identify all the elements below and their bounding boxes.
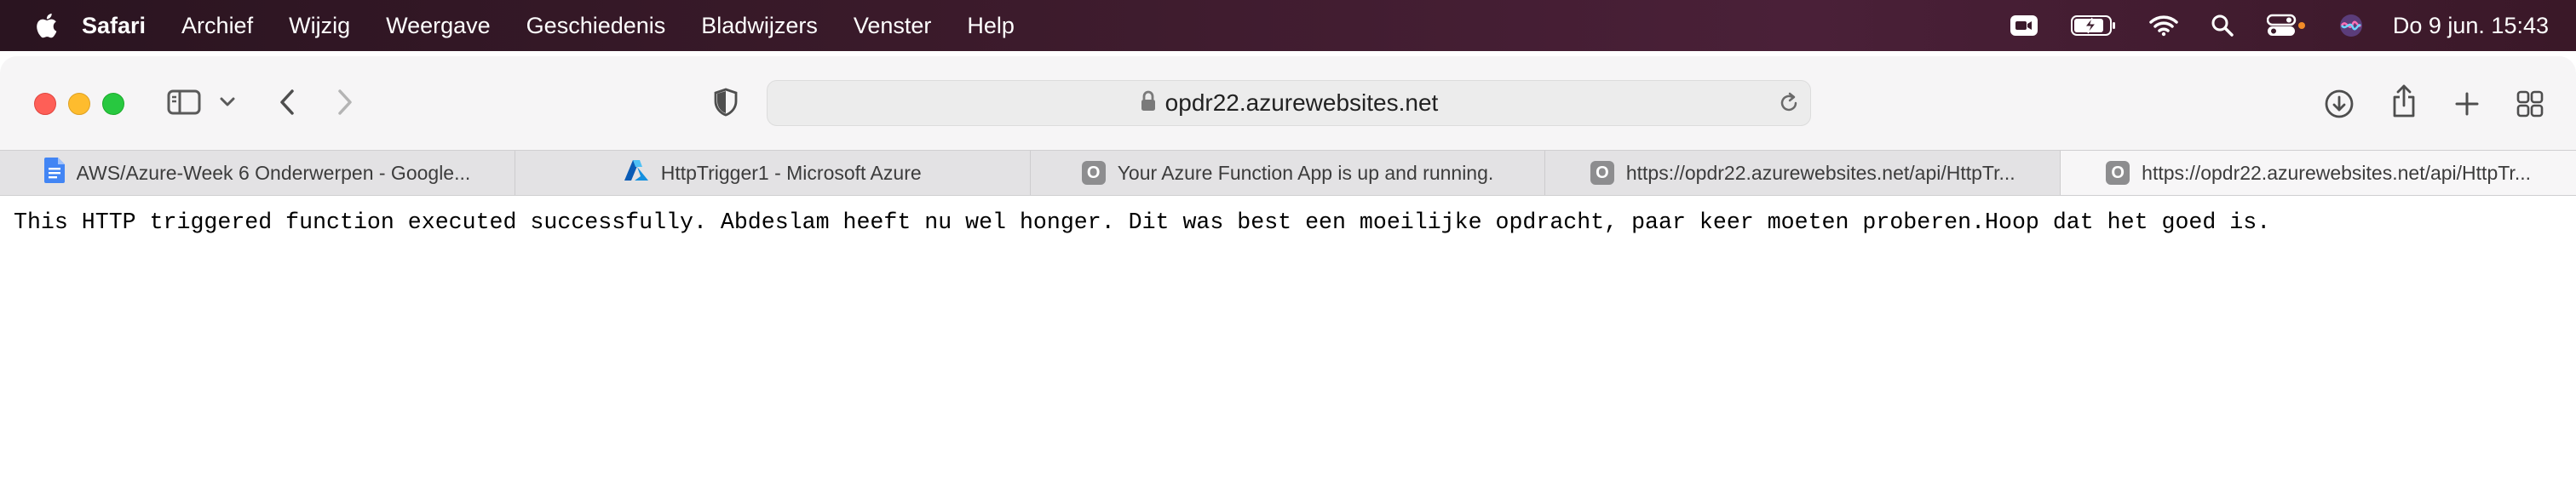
menu-archief[interactable]: Archief [181, 0, 253, 51]
close-window-button[interactable] [34, 93, 56, 115]
menu-bladwijzers[interactable]: Bladwijzers [701, 0, 818, 51]
address-bar[interactable]: opdr22.azurewebsites.net [767, 80, 1811, 126]
generic-o-icon: O [2106, 161, 2130, 185]
tab-title: https://opdr22.azurewebsites.net/api/Htt… [2142, 161, 2531, 184]
tab-httptrigger-url[interactable]: O https://opdr22.azurewebsites.net/api/H… [1545, 151, 2061, 195]
azure-icon [624, 159, 649, 186]
menu-weergave[interactable]: Weergave [386, 0, 491, 51]
page-body-text: This HTTP triggered function executed su… [14, 209, 2271, 235]
siri-icon[interactable] [2338, 0, 2364, 51]
google-docs-icon [43, 158, 65, 188]
tab-title: HttpTrigger1 - Microsoft Azure [660, 161, 922, 184]
browser-toolbar: opdr22.azurewebsites.net [0, 56, 2576, 150]
tab-function-app[interactable]: O Your Azure Function App is up and runn… [1031, 151, 1546, 195]
tab-overview-icon[interactable] [2513, 87, 2547, 121]
privacy-shield-icon[interactable] [712, 85, 739, 119]
generic-o-icon: O [1081, 161, 1106, 185]
sidebar-toggle-icon[interactable] [165, 87, 203, 118]
new-tab-plus-icon[interactable] [2450, 87, 2484, 121]
menu-bar: Safari Archief Wijzig Weergave Geschiede… [0, 0, 2576, 51]
share-icon[interactable] [2387, 82, 2421, 121]
menu-app-safari[interactable]: Safari [82, 0, 146, 51]
control-center-icon[interactable] [2266, 0, 2306, 51]
tab-title: AWS/Azure-Week 6 Onderwerpen - Google... [76, 161, 471, 184]
lock-icon [1140, 90, 1157, 117]
tab-google-docs[interactable]: AWS/Azure-Week 6 Onderwerpen - Google... [0, 151, 515, 195]
battery-icon[interactable] [2070, 0, 2117, 51]
generic-o-icon: O [1590, 161, 1614, 185]
tab-httptrigger-url-active[interactable]: O https://opdr22.azurewebsites.net/api/H… [2061, 151, 2576, 195]
menu-clock[interactable]: Do 9 jun. 15:43 [2393, 13, 2549, 39]
address-url[interactable]: opdr22.azurewebsites.net [1165, 89, 1439, 117]
menu-geschiedenis[interactable]: Geschiedenis [526, 0, 666, 51]
tab-title: Your Azure Function App is up and runnin… [1117, 161, 1494, 184]
downloads-icon[interactable] [2322, 87, 2356, 121]
tab-bar: AWS/Azure-Week 6 Onderwerpen - Google...… [0, 150, 2576, 196]
wifi-icon[interactable] [2149, 0, 2178, 51]
minimize-window-button[interactable] [68, 93, 90, 115]
tab-azure-portal[interactable]: HttpTrigger1 - Microsoft Azure [515, 151, 1031, 195]
tab-title: https://opdr22.azurewebsites.net/api/Htt… [1625, 161, 2015, 184]
menu-venster[interactable]: Venster [854, 0, 932, 51]
zoom-window-button[interactable] [102, 93, 124, 115]
menu-help[interactable]: Help [967, 0, 1015, 51]
facetime-icon[interactable] [2010, 0, 2038, 51]
forward-button-icon[interactable] [331, 85, 359, 119]
chevron-down-icon[interactable] [216, 90, 239, 114]
status-menus: Do 9 jun. 15:43 [1977, 0, 2576, 51]
reload-icon[interactable] [1778, 92, 1800, 118]
back-button-icon[interactable] [273, 85, 302, 119]
menu-wijzig[interactable]: Wijzig [289, 0, 350, 51]
apple-logo-icon[interactable] [34, 12, 58, 39]
search-icon[interactable] [2211, 0, 2234, 51]
